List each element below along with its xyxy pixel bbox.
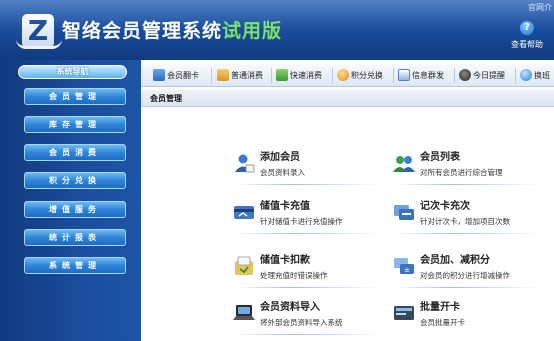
card-divider — [233, 287, 381, 288]
card-divider — [233, 334, 381, 335]
stored-card-deduct-card[interactable]: 储值卡扣款 处理充值时错误操作 — [233, 253, 383, 293]
toolbar-normal-consumption-button[interactable]: 普通消费 — [217, 68, 263, 83]
stored-card-recharge-icon — [233, 201, 255, 223]
toolbar-shift-change-button[interactable]: 换班 — [520, 68, 550, 83]
toolbar-label: 快速消费 — [290, 71, 322, 80]
batch-card-open-card[interactable]: 批量开卡 会员批量开卡 — [393, 300, 543, 340]
toolbar-label: 普通消费 — [231, 71, 263, 80]
logo-swoosh — [16, 39, 62, 49]
toolbar-divider — [271, 68, 272, 83]
sidebar-item-inventory-management[interactable]: 库存管理 — [24, 116, 126, 133]
svg-text:±: ± — [404, 266, 410, 274]
toolbar-label: 会员翻卡 — [167, 71, 199, 80]
toolbar-divider — [332, 68, 333, 83]
sidebar-item-member-consumption[interactable]: 会员消费 — [24, 144, 126, 161]
sidebar-item-points-exchange[interactable]: 积分兑换 — [24, 172, 126, 189]
card-description: 处理充值时错误操作 — [260, 271, 328, 280]
card-description: 对所有会员进行综合管理 — [420, 168, 503, 177]
sidebar-item-statistics-reports[interactable]: 统计报表 — [24, 229, 126, 246]
help-label: 查看帮助 — [511, 40, 543, 49]
card-divider — [233, 233, 381, 234]
member-list-card[interactable]: 会员列表 对所有会员进行综合管理 — [393, 150, 543, 190]
card-divider — [393, 287, 541, 288]
card-description: 将外部会员资料导入系统 — [260, 318, 343, 327]
app-title: 智络会员管理系统试用版 — [62, 19, 282, 43]
card-title: 会员资料导入 — [260, 302, 320, 313]
card-description: 针对计次卡，增加项目次数 — [420, 217, 510, 226]
app-window: Z 智络会员管理系统试用版 官网介 ? 查看帮助 系统导航 会员管理 库存管理 … — [0, 0, 554, 341]
toolbar-label: 换班 — [534, 71, 550, 80]
add-member-icon — [233, 152, 255, 174]
help-icon: ? — [520, 21, 534, 35]
breadcrumb: 会员管理 — [141, 90, 554, 107]
toolbar-quick-consumption-button[interactable]: 快速消费 — [276, 68, 322, 83]
stored-card-recharge-card[interactable]: 储值卡充值 针对储值卡进行充值操作 — [233, 199, 383, 239]
member-list-icon — [393, 152, 415, 174]
toolbar-points-exchange-button[interactable]: 积分兑换 — [337, 68, 383, 83]
member-import-card[interactable]: 会员资料导入 将外部会员资料导入系统 — [233, 300, 383, 340]
points-adjust-icon: ± — [393, 255, 415, 277]
sidebar-item-member-management[interactable]: 会员管理 — [24, 88, 126, 105]
sidebar-title: 系统导航 — [18, 65, 127, 79]
corner-link[interactable]: 官网介 — [528, 2, 552, 13]
card-divider — [393, 184, 541, 185]
quick-pay-icon — [276, 68, 288, 81]
card-title: 会员加、减积分 — [420, 255, 490, 266]
card-title: 添加会员 — [260, 152, 300, 163]
toolbar-member-card-button[interactable]: 会员翻卡 — [153, 68, 199, 83]
message-icon — [398, 68, 410, 81]
help-button[interactable]: ? 查看帮助 — [507, 21, 547, 50]
reminder-icon — [459, 68, 471, 81]
card-title: 储值卡扣款 — [260, 255, 310, 266]
batch-card-icon — [393, 302, 415, 324]
sidebar-item-system-management[interactable]: 系统管理 — [24, 257, 126, 274]
import-icon — [233, 302, 255, 324]
card-description: 会员批量开卡 — [420, 318, 465, 327]
card-title: 储值卡充值 — [260, 201, 310, 212]
points-icon — [337, 68, 349, 81]
cart-icon — [217, 68, 229, 81]
card-description: 对会员的积分进行增减操作 — [420, 271, 510, 280]
card-title: 会员列表 — [420, 152, 460, 163]
toolbar-label: 信息群发 — [412, 71, 444, 80]
toolbar-divider — [211, 68, 212, 83]
count-card-recharge-card[interactable]: 记次卡充次 针对计次卡，增加项目次数 — [393, 199, 543, 239]
card-title: 批量开卡 — [420, 302, 460, 313]
app-title-main: 智络会员管理系统 — [62, 20, 223, 42]
toolbar-today-reminder-button[interactable]: 今日提醒 — [459, 68, 505, 83]
header-banner: Z 智络会员管理系统试用版 官网介 ? 查看帮助 — [0, 0, 554, 60]
toolbar: 会员翻卡 普通消费 快速消费 积分兑换 信息群发 今日提醒 换班 — [141, 64, 554, 87]
app-title-trial: 试用版 — [222, 20, 283, 42]
card-title: 记次卡充次 — [420, 201, 470, 212]
card-description: 会员资料录入 — [260, 168, 305, 177]
toolbar-divider — [393, 68, 394, 83]
stored-card-deduct-icon — [233, 255, 255, 277]
sidebar: 系统导航 会员管理 库存管理 会员消费 积分兑换 增值服务 统计报表 系统管理 — [0, 60, 141, 341]
toolbar-divider — [515, 68, 516, 83]
points-adjust-card[interactable]: ± 会员加、减积分 对会员的积分进行增减操作 — [393, 253, 543, 293]
sidebar-item-value-added-services[interactable]: 增值服务 — [24, 201, 126, 218]
add-member-card[interactable]: 添加会员 会员资料录入 — [233, 150, 383, 190]
toolbar-mass-message-button[interactable]: 信息群发 — [398, 68, 444, 83]
count-card-recharge-icon — [393, 201, 415, 223]
toolbar-divider — [454, 68, 455, 83]
card-description: 针对储值卡进行充值操作 — [260, 217, 343, 226]
toolbar-label: 今日提醒 — [473, 71, 505, 80]
card-divider — [233, 184, 381, 185]
card-icon — [153, 68, 165, 81]
main-content: 会员翻卡 普通消费 快速消费 积分兑换 信息群发 今日提醒 换班 会员管理 添加… — [141, 60, 554, 341]
shift-icon — [520, 68, 532, 81]
toolbar-label: 积分兑换 — [351, 71, 383, 80]
card-divider — [393, 233, 541, 234]
